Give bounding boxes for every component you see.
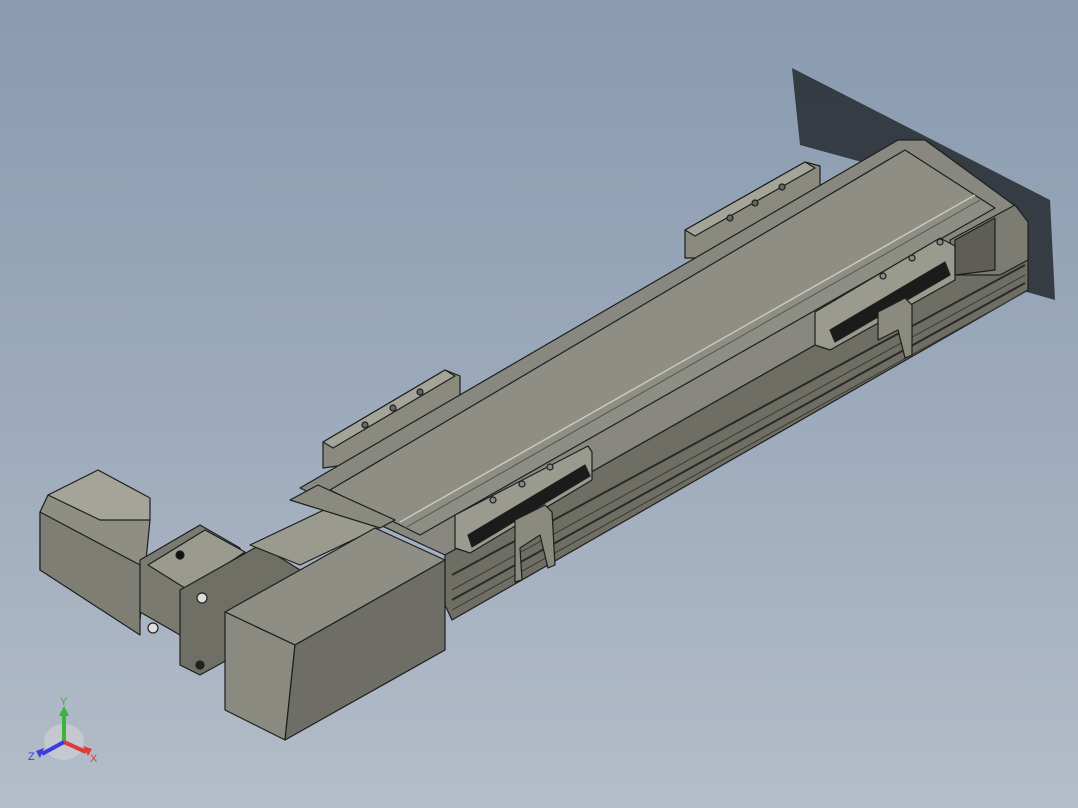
linear-actuator-model[interactable]: [0, 0, 1078, 808]
triad-y-label: Y: [60, 696, 68, 708]
orientation-triad[interactable]: Y X Z: [28, 696, 104, 768]
triad-x-label: X: [90, 753, 98, 765]
triad-z-label: Z: [28, 751, 35, 763]
graphics-viewport[interactable]: Y X Z: [0, 0, 1078, 808]
servo-motor: [39, 469, 151, 636]
